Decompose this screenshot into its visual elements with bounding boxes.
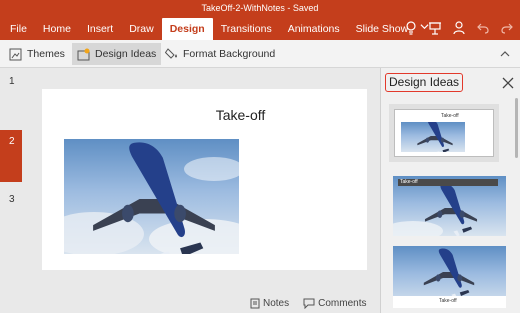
tab-home[interactable]: Home [35,18,79,40]
themes-button[interactable]: Themes [4,43,70,65]
design-ideas-label: Design Ideas [95,48,157,60]
format-background-icon [165,47,179,61]
design-idea-photo [401,122,465,152]
format-background-button[interactable]: Format Background [160,43,280,65]
design-idea-title: Take-off [441,113,459,119]
themes-icon [9,47,23,61]
pane-title: Design Ideas [385,73,464,92]
title-bar: TakeOff-2-WithNotes - Saved File Home In… [0,0,520,40]
design-idea-2[interactable]: Take-off [393,176,506,236]
slide-thumbnail-pane: 1 2 3 [0,68,22,313]
tab-file[interactable]: File [2,18,35,40]
themes-label: Themes [27,48,65,60]
account-icon[interactable] [452,20,466,36]
lightbulb-icon[interactable] [404,20,418,36]
collapse-ribbon-icon[interactable] [500,49,510,59]
tab-insert[interactable]: Insert [79,18,121,40]
tab-animations[interactable]: Animations [280,18,348,40]
slide-thumbnail-2[interactable]: 2 [0,130,22,182]
slide-thumbnail-3[interactable]: 3 [0,194,22,205]
slide-canvas[interactable]: Take-off [42,89,367,270]
top-right-icons [404,20,514,36]
design-idea-1[interactable]: Take-off [389,104,499,162]
design-ribbon: Themes Design Ideas Format Background [0,40,520,68]
comment-icon [303,298,315,309]
notes-icon [250,298,260,308]
design-idea-title: Take-off [400,179,418,185]
redo-icon[interactable] [500,20,514,36]
ribbon-tabs: File Home Insert Draw Design Transitions… [2,18,435,40]
status-bar: Notes Comments [250,295,380,311]
design-ideas-button[interactable]: Design Ideas [72,43,162,65]
undo-icon[interactable] [476,20,490,36]
close-icon[interactable] [502,77,514,89]
presenter-icon[interactable] [428,20,442,36]
notes-button[interactable]: Notes [250,298,289,309]
design-idea-3[interactable]: Take-off [393,246,506,308]
comments-label: Comments [318,297,367,309]
slide-thumbnail-1[interactable]: 1 [0,76,22,87]
design-ideas-icon [77,47,91,61]
tab-transitions[interactable]: Transitions [213,18,280,40]
tab-design[interactable]: Design [161,18,213,40]
comments-button[interactable]: Comments [303,298,366,309]
slide-title[interactable]: Take-off [42,107,367,123]
tab-draw[interactable]: Draw [121,18,162,40]
window-title: TakeOff-2-WithNotes - Saved [201,3,319,13]
design-ideas-pane: Design Ideas Take-off Take-off Take-off [380,68,520,313]
airplane-photo[interactable] [64,139,239,254]
notes-label: Notes [263,297,290,309]
design-idea-title: Take-off [439,298,457,304]
format-background-label: Format Background [183,48,276,60]
pane-scrollbar[interactable] [515,98,518,158]
